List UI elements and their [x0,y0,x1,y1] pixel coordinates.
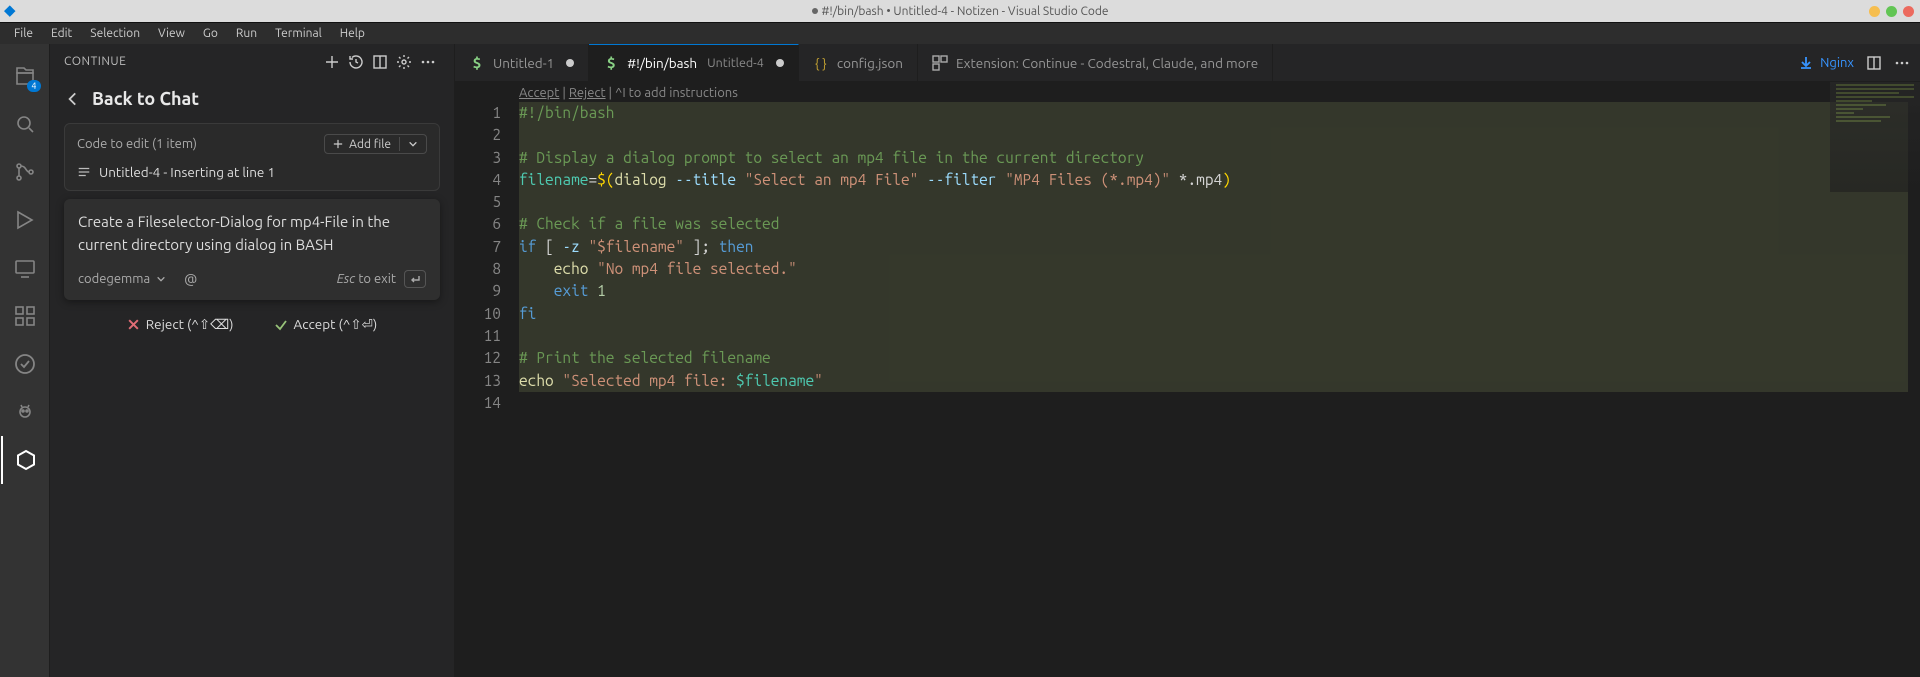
more-actions-icon[interactable] [1894,55,1910,71]
activity-explorer[interactable]: 4 [1,52,49,100]
tab-label: Extension: Continue - Codestral, Claude,… [956,55,1258,71]
accept-label: Accept (^⇧⏎) [294,316,378,333]
activity-remote[interactable] [1,244,49,292]
submit-button[interactable] [404,270,426,288]
nginx-label: Nginx [1820,56,1854,70]
nginx-action[interactable]: Nginx [1798,55,1854,71]
back-to-chat[interactable]: Back to Chat [50,79,454,123]
tab-sublabel: Untitled-4 [707,56,764,70]
chevron-down-icon [156,274,166,284]
codelens-accept[interactable]: Accept [519,86,559,100]
menu-help[interactable]: Help [332,25,373,42]
add-file-button[interactable]: Add file [324,134,427,154]
x-icon [127,318,140,331]
menu-file[interactable]: File [6,25,41,42]
back-label: Back to Chat [92,89,199,109]
editor-area: $ Untitled-1 $ #!/bin/bash Untitled-4 { … [455,44,1920,677]
menu-edit[interactable]: Edit [43,25,80,42]
panel-title: CONTINUE [64,55,126,68]
accept-button[interactable]: Accept (^⇧⏎) [274,316,378,333]
tab-config-json[interactable]: { } config.json [799,44,918,81]
activity-source-control[interactable] [1,148,49,196]
code-content[interactable]: #!/bin/bash # Display a dialog prompt to… [519,102,1920,414]
window-controls [1869,6,1914,17]
activity-check-icon[interactable] [1,340,49,388]
dirty-indicator-icon [776,59,784,67]
menu-terminal[interactable]: Terminal [267,25,330,42]
at-context-icon[interactable]: @ [184,271,197,287]
tab-untitled-1[interactable]: $ Untitled-1 [455,44,589,81]
model-name: codegemma [78,272,150,286]
esc-hint: Esc to exit [337,270,426,288]
plus-icon [333,139,343,149]
menu-go[interactable]: Go [195,25,226,42]
dirty-dot-icon [812,8,818,14]
line-gutter: 1234567 891011121314 [455,102,519,414]
code-to-edit-card: Code to edit (1 item) Add file Untitled-… [64,123,440,191]
codelens-reject[interactable]: Reject [569,86,606,100]
menubar: File Edit Selection View Go Run Terminal… [0,22,1920,44]
prompt-card: Create a Fileselector-Dialog for mp4-Fil… [64,199,440,300]
minimize-button[interactable] [1869,6,1880,17]
codelens-hint: ^I to add instructions [615,86,738,100]
extension-icon [932,55,948,71]
prompt-text[interactable]: Create a Fileselector-Dialog for mp4-Fil… [78,211,426,256]
shell-file-icon: $ [469,55,485,71]
panel-header: CONTINUE [50,44,454,79]
accept-reject-row: Reject (^⇧⌫) Accept (^⇧⏎) [50,300,454,349]
settings-icon[interactable] [392,50,416,74]
window-title: #!/bin/bash • Untitled-4 - Notizen - Vis… [812,5,1109,18]
os-titlebar: ◆ #!/bin/bash • Untitled-4 - Notizen - V… [0,0,1920,22]
shell-file-icon: $ [603,55,619,71]
window-title-text: #!/bin/bash • Untitled-4 - Notizen - Vis… [822,5,1109,18]
reject-label: Reject (^⇧⌫) [146,316,234,333]
activity-extensions[interactable] [1,292,49,340]
editor-actions: Nginx [1788,44,1920,81]
chevron-down-icon [408,139,418,149]
activity-continue[interactable] [1,436,49,484]
tab-untitled-4[interactable]: $ #!/bin/bash Untitled-4 [589,44,799,81]
check-icon [274,318,288,332]
add-file-label: Add file [349,138,391,151]
tab-label: Untitled-1 [493,55,554,71]
editor-body[interactable]: 1234567 891011121314 #!/bin/bash # Displ… [455,102,1920,414]
dirty-indicator-icon [566,59,574,67]
activity-run-debug[interactable] [1,196,49,244]
continue-panel: CONTINUE Back to Chat Code to edit (1 it… [50,44,455,677]
editor-tabs: $ Untitled-1 $ #!/bin/bash Untitled-4 { … [455,44,1920,82]
menu-selection[interactable]: Selection [82,25,148,42]
tab-label: config.json [837,55,903,71]
json-file-icon: { } [813,55,829,71]
codelens-row: Accept | Reject | ^I to add instructions [455,82,1920,102]
activity-robot-icon[interactable] [1,388,49,436]
align-icon [77,165,91,179]
close-window-button[interactable] [1903,6,1914,17]
more-icon[interactable] [416,50,440,74]
target-file-row[interactable]: Untitled-4 - Inserting at line 1 [77,164,427,180]
tab-label: #!/bin/bash [627,55,697,71]
tab-extension-continue[interactable]: Extension: Continue - Codestral, Claude,… [918,44,1273,81]
model-picker[interactable]: codegemma @ [78,271,197,287]
split-icon[interactable] [368,50,392,74]
split-editor-icon[interactable] [1866,55,1882,71]
arrow-left-icon [64,90,82,108]
menu-view[interactable]: View [150,25,193,42]
reject-button[interactable]: Reject (^⇧⌫) [127,316,234,333]
activity-bar: 4 [0,44,50,677]
explorer-badge: 4 [27,80,40,92]
activity-search[interactable] [1,100,49,148]
app-menu-icon[interactable]: ◆ [4,1,16,19]
history-icon[interactable] [344,50,368,74]
maximize-button[interactable] [1886,6,1897,17]
card-title: Code to edit (1 item) [77,137,197,151]
menu-run[interactable]: Run [228,25,265,42]
minimap[interactable] [1830,82,1920,192]
target-file-label: Untitled-4 - Inserting at line 1 [99,164,275,180]
new-session-icon[interactable] [320,50,344,74]
download-icon [1798,55,1814,71]
